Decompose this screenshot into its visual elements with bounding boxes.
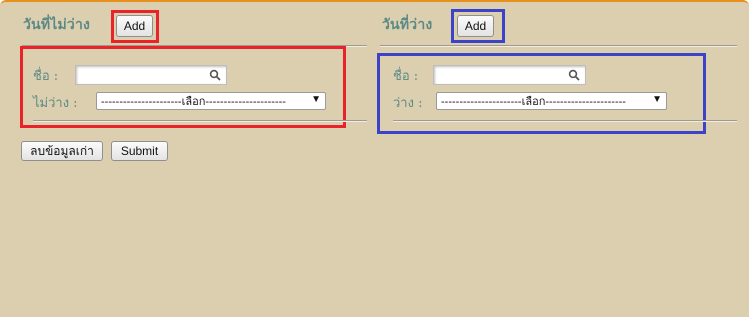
right-divider-bottom: [393, 120, 737, 122]
search-icon: [568, 69, 580, 81]
right-name-label: ชื่อ :: [393, 69, 419, 84]
left-search-input[interactable]: [75, 65, 227, 85]
left-select[interactable]: ----------------------เลือก-------------…: [96, 92, 326, 110]
left-add-highlight: [111, 10, 159, 43]
right-search-input[interactable]: [433, 65, 586, 85]
left-form-highlight: [20, 46, 346, 128]
chevron-down-icon: ▼: [652, 94, 662, 105]
left-divider-bottom: [33, 120, 367, 122]
search-icon: [209, 69, 221, 81]
right-status-label: ว่าง :: [393, 96, 423, 111]
right-add-highlight: [451, 9, 505, 43]
right-divider-top: [380, 45, 737, 47]
left-select-value: ----------------------เลือก-------------…: [101, 96, 286, 108]
left-status-label: ไม่ว่าง :: [33, 96, 78, 111]
main-panel: วันที่ไม่ว่าง Add ชื่อ : ไม่ว่าง : -----…: [0, 0, 749, 317]
left-name-label: ชื่อ :: [33, 69, 59, 84]
right-select[interactable]: ----------------------เลือก-------------…: [436, 92, 667, 110]
submit-button[interactable]: Submit: [111, 141, 168, 161]
chevron-down-icon: ▼: [311, 94, 321, 105]
right-select-value: ----------------------เลือก-------------…: [441, 96, 626, 108]
delete-old-data-button[interactable]: ลบข้อมูลเก่า: [21, 141, 103, 161]
right-section-title: วันที่ว่าง: [382, 17, 433, 33]
left-section-title: วันที่ไม่ว่าง: [23, 17, 91, 33]
